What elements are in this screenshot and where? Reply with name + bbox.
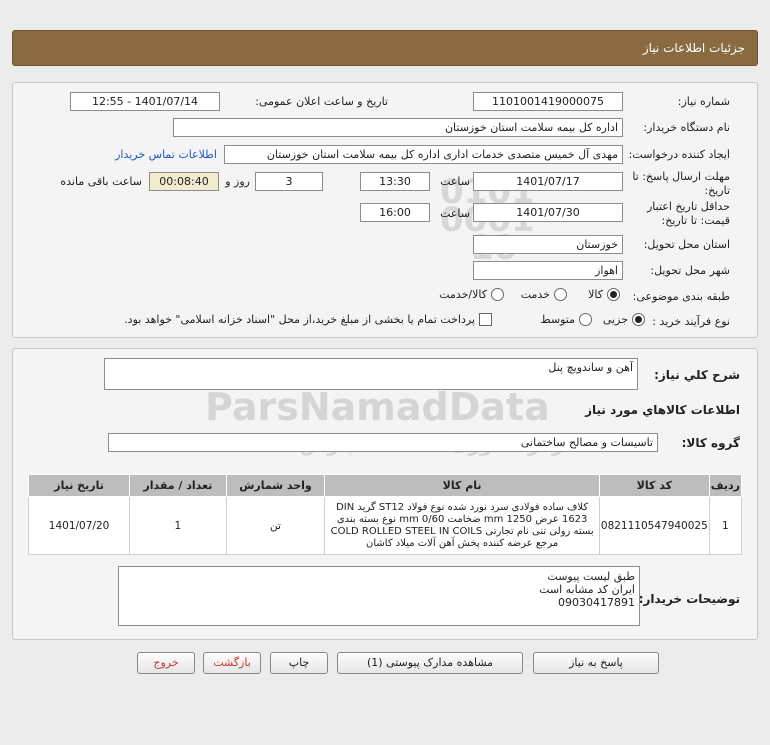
checkbox-icon[interactable] bbox=[479, 313, 492, 326]
category-option-label: کالا bbox=[588, 288, 603, 301]
buyer-org-field: اداره کل بیمه سلامت استان خوزستان bbox=[173, 118, 623, 137]
days-word: روز و bbox=[225, 175, 250, 188]
cell-code: 0821110547940025 bbox=[598, 496, 710, 555]
buyer-notes-line: ایران کد مشابه است bbox=[539, 583, 635, 596]
validity-label-line1: حداقل تاریخ اعتبار bbox=[646, 200, 730, 213]
col-header-date: تاریخ نیاز bbox=[27, 474, 131, 497]
col-header-unit: واحد شمارش bbox=[225, 474, 326, 497]
reply-button[interactable]: پاسخ به نیاز bbox=[533, 652, 659, 674]
view-attachments-button[interactable]: مشاهده مدارک پیوستی (1) bbox=[337, 652, 523, 674]
validity-time-field: 16:00 bbox=[360, 203, 430, 222]
cell-qty: 1 bbox=[129, 496, 227, 555]
city-label: شهر محل تحویل: bbox=[650, 264, 730, 277]
validity-date-field: 1401/07/30 bbox=[473, 203, 623, 222]
process-option-medium[interactable]: متوسط bbox=[540, 313, 592, 326]
validity-label-line2: قیمت: تا تاریخ: bbox=[661, 214, 730, 227]
radio-icon[interactable] bbox=[554, 288, 567, 301]
deadline-date-field: 1401/07/17 bbox=[473, 172, 623, 191]
process-label: نوع فرآیند خرید : bbox=[652, 315, 730, 328]
process-option-label: متوسط bbox=[540, 313, 575, 326]
category-option-goods[interactable]: کالا bbox=[588, 288, 620, 301]
remaining-word: ساعت باقی مانده bbox=[60, 175, 142, 188]
cell-name-line: مرجع عرضه کننده پخش آهن آلات میلاد کاشان bbox=[366, 537, 559, 549]
table-header-row: ردیف کد کالا نام کالا واحد شمارش تعداد /… bbox=[27, 474, 743, 497]
cell-name-line: بسته رولی تنی نام تجارتی COLD ROLLED STE… bbox=[330, 525, 594, 537]
cell-index: 1 bbox=[708, 496, 743, 555]
announce-field: 1401/07/14 - 12:55 bbox=[70, 92, 220, 111]
cell-date: 1401/07/20 bbox=[27, 496, 131, 555]
general-desc-field: آهن و ساندویچ پنل bbox=[104, 358, 638, 390]
category-option-service[interactable]: خدمت bbox=[521, 288, 567, 301]
col-header-code: کد کالا bbox=[598, 474, 710, 497]
general-desc-label: شرح کلي نياز: bbox=[654, 368, 740, 382]
cell-unit: تن bbox=[225, 496, 326, 555]
deadline-label-line2: تاریخ: bbox=[704, 184, 730, 197]
exit-button[interactable]: خروج bbox=[137, 652, 195, 674]
radio-icon[interactable] bbox=[579, 313, 592, 326]
col-header-name: نام کالا bbox=[324, 474, 600, 497]
announce-label: تاریخ و ساعت اعلان عمومی: bbox=[255, 95, 388, 108]
treasury-payment-note: پرداخت تمام یا بخشی از مبلغ خرید،از محل … bbox=[124, 313, 475, 326]
deadline-time-word: ساعت bbox=[440, 175, 470, 188]
buyer-org-label: نام دستگاه خریدار: bbox=[643, 121, 730, 134]
province-field: خوزستان bbox=[473, 235, 623, 254]
items-table: ردیف کد کالا نام کالا واحد شمارش تعداد /… bbox=[27, 474, 743, 555]
buyer-notes-line: 09030417891 bbox=[558, 596, 635, 609]
days-field: 3 bbox=[255, 172, 323, 191]
city-field: اهواز bbox=[473, 261, 623, 280]
remaining-time-field: 00:08:40 bbox=[149, 172, 219, 191]
radio-selected-icon[interactable] bbox=[632, 313, 645, 326]
back-button[interactable]: بازگشت bbox=[203, 652, 261, 674]
buyer-notes-line: طبق لیست پیوست bbox=[547, 570, 635, 583]
need-number-field: 1101001419000075 bbox=[473, 92, 623, 111]
cell-name-line: کلاف ساده فولادی سرد نورد شده نوع فولاد … bbox=[336, 501, 589, 513]
category-option-goods-service[interactable]: کالا/خدمت bbox=[439, 288, 504, 301]
validity-time-word: ساعت bbox=[440, 207, 470, 220]
category-option-label: خدمت bbox=[520, 288, 550, 301]
col-header-qty: تعداد / مقدار bbox=[129, 474, 227, 497]
goods-info-title: اطلاعات کالاهاي مورد نياز bbox=[585, 403, 740, 417]
buyer-notes-field: طبق لیست پیوست ایران کد مشابه است 090304… bbox=[118, 566, 640, 626]
buyer-notes-label: توضیحات خریدار: bbox=[638, 592, 740, 606]
process-option-minor[interactable]: جزیی bbox=[603, 313, 645, 326]
deadline-label-line1: مهلت ارسال پاسخ: تا bbox=[632, 170, 730, 183]
deadline-label: مهلت ارسال پاسخ: تا تاریخ: bbox=[632, 170, 730, 198]
deadline-time-field: 13:30 bbox=[360, 172, 430, 191]
need-number-label: شماره نیاز: bbox=[677, 95, 730, 108]
province-label: استان محل تحویل: bbox=[643, 238, 730, 251]
category-label: طبقه بندی موضوعی: bbox=[632, 290, 730, 303]
table-row[interactable]: 1 0821110547940025 کلاف ساده فولادی سرد … bbox=[27, 496, 743, 555]
cell-name-line: 1623 عرض mm 1250 ضخامت mm 0/60 نوع بسته … bbox=[336, 513, 588, 525]
page-header: جزئیات اطلاعات نیاز bbox=[12, 30, 758, 66]
col-header-index: ردیف bbox=[708, 474, 743, 497]
buyer-contact-link[interactable]: اطلاعات تماس خریدار bbox=[115, 148, 217, 161]
page-title: جزئیات اطلاعات نیاز bbox=[642, 41, 745, 55]
treasury-payment-option[interactable]: پرداخت تمام یا بخشی از مبلغ خرید،از محل … bbox=[124, 313, 492, 326]
cell-name: کلاف ساده فولادی سرد نورد شده نوع فولاد … bbox=[324, 496, 600, 555]
goods-group-label: گروه کالا: bbox=[681, 436, 740, 450]
print-button[interactable]: چاپ bbox=[270, 652, 328, 674]
category-option-label: کالا/خدمت bbox=[439, 288, 487, 301]
requester-field: مهدی آل خمیس متصدی خدمات اداری اداره کل … bbox=[224, 145, 623, 164]
radio-selected-icon[interactable] bbox=[607, 288, 620, 301]
validity-label: حداقل تاریخ اعتبار قیمت: تا تاریخ: bbox=[647, 200, 730, 228]
requester-label: ایجاد کننده درخواست: bbox=[628, 148, 730, 161]
goods-group-field: تاسیسات و مصالح ساختمانی bbox=[108, 433, 658, 452]
process-option-label: جزیی bbox=[602, 313, 628, 326]
radio-icon[interactable] bbox=[491, 288, 504, 301]
